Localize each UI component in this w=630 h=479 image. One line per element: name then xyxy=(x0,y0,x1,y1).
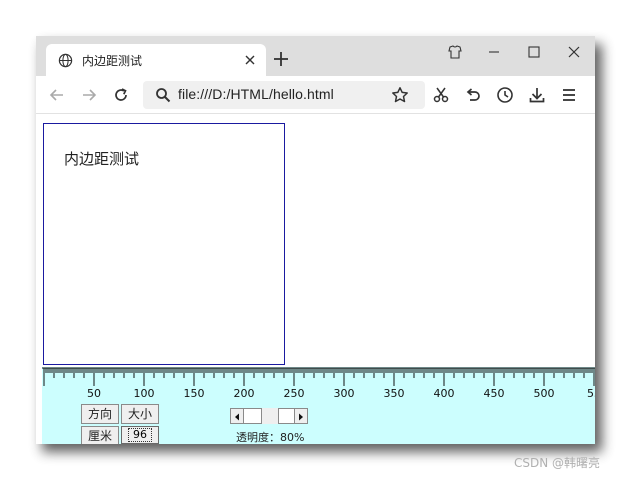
bookmark-star-icon[interactable] xyxy=(391,86,409,104)
back-icon[interactable] xyxy=(46,84,68,106)
direction-button[interactable]: 方向 xyxy=(81,404,119,424)
unit-button[interactable]: 厘米 xyxy=(81,426,119,444)
ruler-tick-label: 450 xyxy=(484,387,505,400)
ruler-tick-label: 150 xyxy=(184,387,205,400)
browser-tab[interactable]: 内边距测试 xyxy=(46,44,266,76)
menu-icon[interactable] xyxy=(558,84,580,106)
page-viewport: 内边距测试 xyxy=(36,115,595,365)
cut-icon[interactable] xyxy=(430,84,452,106)
padding-test-text: 内边距测试 xyxy=(64,150,140,168)
globe-icon xyxy=(58,53,73,68)
maximize-icon[interactable] xyxy=(523,41,545,63)
title-bar: 内边距测试 xyxy=(36,36,595,76)
watermark: CSDN @韩曙亮 xyxy=(514,456,601,470)
ruler-tick-label: 400 xyxy=(434,387,455,400)
ruler-tick-label: 500 xyxy=(534,387,555,400)
size-value-field[interactable]: 96 xyxy=(121,426,159,444)
size-value: 96 xyxy=(128,428,152,442)
ruler-tick-label: 300 xyxy=(334,387,355,400)
tab-close-icon[interactable] xyxy=(242,52,258,68)
slider-thumb[interactable] xyxy=(261,408,279,424)
undo-icon[interactable] xyxy=(462,84,484,106)
customize-icon[interactable] xyxy=(444,41,466,63)
screen-ruler[interactable]: 50 100 150 200 250 300 350 400 450 500 55 方向 大小 厘米… xyxy=(42,367,595,444)
address-bar[interactable]: file:///D:/HTML/hello.html xyxy=(143,81,425,109)
ruler-tick-label: 200 xyxy=(234,387,255,400)
reload-icon[interactable] xyxy=(110,84,132,106)
ruler-tick-label: 250 xyxy=(284,387,305,400)
ruler-tick-label: 350 xyxy=(384,387,405,400)
browser-window: 内边距测试 file:///D:/HTML/hello.html 内边距测试 5… xyxy=(36,36,595,444)
window-close-icon[interactable] xyxy=(563,41,585,63)
search-icon xyxy=(156,88,171,103)
slider-right-arrow-icon[interactable] xyxy=(294,408,308,424)
ruler-tick-label: 55 xyxy=(587,387,595,400)
opacity-slider[interactable] xyxy=(230,408,308,424)
new-tab-icon[interactable] xyxy=(272,50,290,68)
size-button[interactable]: 大小 xyxy=(121,404,159,424)
url-text: file:///D:/HTML/hello.html xyxy=(178,86,334,102)
forward-icon[interactable] xyxy=(78,84,100,106)
ruler-scale: 50 100 150 200 250 300 350 400 450 500 55 xyxy=(42,367,595,400)
download-icon[interactable] xyxy=(526,84,548,106)
tab-title: 内边距测试 xyxy=(82,54,143,68)
ruler-tick-label: 100 xyxy=(134,387,155,400)
padding-test-box: 内边距测试 xyxy=(43,123,285,365)
ruler-tick-label: 50 xyxy=(87,387,101,400)
minimize-icon[interactable] xyxy=(483,41,505,63)
nav-toolbar: file:///D:/HTML/hello.html xyxy=(36,76,595,114)
slider-left-arrow-icon[interactable] xyxy=(230,408,244,424)
opacity-label: 透明度：80% xyxy=(236,431,305,444)
history-icon[interactable] xyxy=(494,84,516,106)
